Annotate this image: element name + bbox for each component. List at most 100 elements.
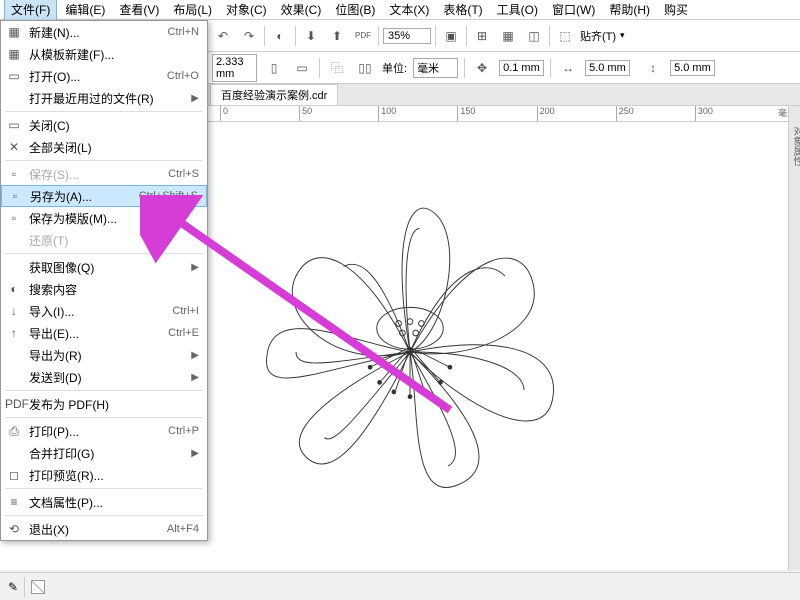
unit-select[interactable]: 毫米 — [413, 58, 458, 78]
file-menu-item-3[interactable]: 打开最近用过的文件(R)▶ — [1, 87, 207, 109]
ruler-tick: 100 — [378, 106, 457, 121]
file-menu-item-26[interactable]: ≡ 文档属性(P)... — [1, 491, 207, 513]
facing-pages-icon[interactable]: ▯▯ — [354, 57, 376, 79]
menu-label: 发送到(D) — [29, 369, 191, 386]
file-menu-item-9[interactable]: ▫ 另存为(A)...Ctrl+Shift+S — [1, 185, 207, 207]
file-menu-item-17[interactable]: 导出为(R)▶ — [1, 344, 207, 366]
menu-icon: ◐ — [5, 282, 23, 296]
ruler-icon[interactable]: ⊞ — [471, 25, 493, 47]
export-icon[interactable]: ⬆ — [326, 25, 348, 47]
file-menu-item-15[interactable]: ↓导入(I)...Ctrl+I — [1, 300, 207, 322]
menu-table[interactable]: 表格(T) — [437, 0, 488, 20]
menu-effects[interactable]: 效果(C) — [275, 0, 328, 20]
page-layout-icon[interactable]: ⿻ — [326, 57, 348, 79]
file-menu-item-18[interactable]: 发送到(D)▶ — [1, 366, 207, 388]
menu-label: 获取图像(Q) — [29, 259, 191, 276]
file-menu-item-0[interactable]: ▦ 新建(N)...Ctrl+N — [1, 21, 207, 43]
file-menu-item-2[interactable]: ▭打开(O)...Ctrl+O — [1, 65, 207, 87]
menu-window[interactable]: 窗口(W) — [546, 0, 601, 20]
menu-shortcut: Ctrl+P — [168, 425, 199, 437]
snap-dropdown[interactable]: 贴齐(T) — [580, 28, 616, 44]
duplicate-y-icon: ↕ — [642, 57, 664, 79]
menu-object[interactable]: 对象(C) — [220, 0, 273, 20]
menu-label: 搜索内容 — [29, 281, 199, 298]
menu-tools[interactable]: 工具(O) — [491, 0, 544, 20]
document-tab[interactable]: 百度经验演示案例.cdr — [210, 84, 338, 105]
search-icon[interactable]: ◐ — [269, 25, 291, 47]
menu-icon: ▫ — [6, 189, 24, 203]
menu-shortcut: Alt+F4 — [167, 523, 199, 535]
import-icon[interactable]: ⬇ — [300, 25, 322, 47]
menu-shortcut: Ctrl+Shift+S — [139, 190, 198, 202]
menu-help[interactable]: 帮助(H) — [603, 0, 656, 20]
page-width-input[interactable]: 2.333 mm — [212, 54, 257, 82]
menu-label: 打印(P)... — [29, 423, 168, 440]
menu-buy[interactable]: 购买 — [658, 0, 694, 20]
guides-icon[interactable]: ◫ — [523, 25, 545, 47]
menu-text[interactable]: 文本(X) — [383, 0, 435, 20]
menu-icon: ⎙ — [5, 424, 23, 439]
file-menu-item-16[interactable]: ↑导出(E)...Ctrl+E — [1, 322, 207, 344]
menu-bitmap[interactable]: 位图(B) — [329, 0, 381, 20]
landscape-icon[interactable]: ▭ — [291, 57, 313, 79]
menu-file[interactable]: 文件(F) — [4, 0, 57, 21]
redo-icon[interactable]: ↷ — [238, 25, 260, 47]
menu-label: 保存为模版(M)... — [29, 210, 199, 227]
menu-label: 导入(I)... — [29, 303, 172, 320]
snap-icon[interactable]: ⬚ — [554, 25, 576, 47]
submenu-arrow-icon: ▶ — [191, 262, 199, 273]
ruler-tick: 50 — [299, 106, 378, 121]
menu-icon: ▫ — [5, 211, 23, 225]
menu-icon: ▭ — [5, 69, 23, 83]
file-menu-item-20[interactable]: PDF 发布为 PDF(H) — [1, 393, 207, 415]
ruler-tick: 200 — [537, 106, 616, 121]
file-menu-item-23[interactable]: 合并打印(G)▶ — [1, 442, 207, 464]
file-menu-item-24[interactable]: ◻打印预览(R)... — [1, 464, 207, 486]
file-menu-item-22[interactable]: ⎙ 打印(P)...Ctrl+P — [1, 420, 207, 442]
menu-icon: PDF — [5, 397, 23, 411]
menu-icon: ▦ — [5, 25, 23, 39]
menu-icon: ▫ — [5, 167, 23, 181]
eyedropper-icon[interactable]: ✎ — [8, 580, 18, 594]
menu-layout[interactable]: 布局(L) — [167, 0, 218, 20]
dup-y-input[interactable]: 5.0 mm — [670, 60, 715, 76]
file-menu-item-6[interactable]: ✕全部关闭(L) — [1, 136, 207, 158]
menu-icon: ↑ — [5, 326, 23, 340]
file-menu-item-14[interactable]: ◐ 搜索内容 — [1, 278, 207, 300]
submenu-arrow-icon: ▶ — [191, 350, 199, 361]
file-menu-item-5[interactable]: ▭关闭(C) — [1, 114, 207, 136]
menu-label: 另存为(A)... — [30, 188, 139, 205]
lotus-artwork[interactable] — [220, 162, 600, 542]
submenu-arrow-icon: ▶ — [191, 93, 199, 104]
menu-shortcut: Ctrl+N — [168, 26, 199, 38]
menu-icon: ✕ — [5, 140, 23, 154]
nudge-input[interactable]: 0.1 mm — [499, 60, 544, 76]
ruler-tick: 300 — [695, 106, 774, 121]
ruler-tick: 250 — [616, 106, 695, 121]
submenu-arrow-icon: ▶ — [191, 448, 199, 459]
fill-swatch[interactable] — [31, 580, 45, 594]
menu-edit[interactable]: 编辑(E) — [59, 0, 111, 20]
menu-label: 文档属性(P)... — [29, 494, 199, 511]
object-properties-tab[interactable]: 对象属性 — [789, 106, 800, 166]
file-menu-item-28[interactable]: ⟲退出(X)Alt+F4 — [1, 518, 207, 540]
portrait-icon[interactable]: ▯ — [263, 57, 285, 79]
grid-icon[interactable]: ▦ — [497, 25, 519, 47]
menu-view[interactable]: 查看(V) — [113, 0, 165, 20]
file-menu-item-13[interactable]: 获取图像(Q)▶ — [1, 256, 207, 278]
nudge-icon: ✥ — [471, 57, 493, 79]
right-docker[interactable]: 对象属性 — [788, 106, 800, 570]
menu-icon: ≡ — [5, 495, 23, 509]
menu-label: 新建(N)... — [29, 24, 168, 41]
menu-label: 发布为 PDF(H) — [29, 396, 199, 413]
file-menu-item-8: ▫保存(S)...Ctrl+S — [1, 163, 207, 185]
pdf-icon[interactable]: PDF — [352, 25, 374, 47]
dup-x-input[interactable]: 5.0 mm — [585, 60, 630, 76]
zoom-level[interactable]: 35% — [383, 28, 431, 44]
undo-icon[interactable]: ↶ — [212, 25, 234, 47]
menu-shortcut: Ctrl+O — [167, 70, 199, 82]
menubar: 文件(F) 编辑(E) 查看(V) 布局(L) 对象(C) 效果(C) 位图(B… — [0, 0, 800, 20]
file-menu-item-1[interactable]: ▦从模板新建(F)... — [1, 43, 207, 65]
file-menu-item-10[interactable]: ▫ 保存为模版(M)... — [1, 207, 207, 229]
fullscreen-icon[interactable]: ▣ — [440, 25, 462, 47]
